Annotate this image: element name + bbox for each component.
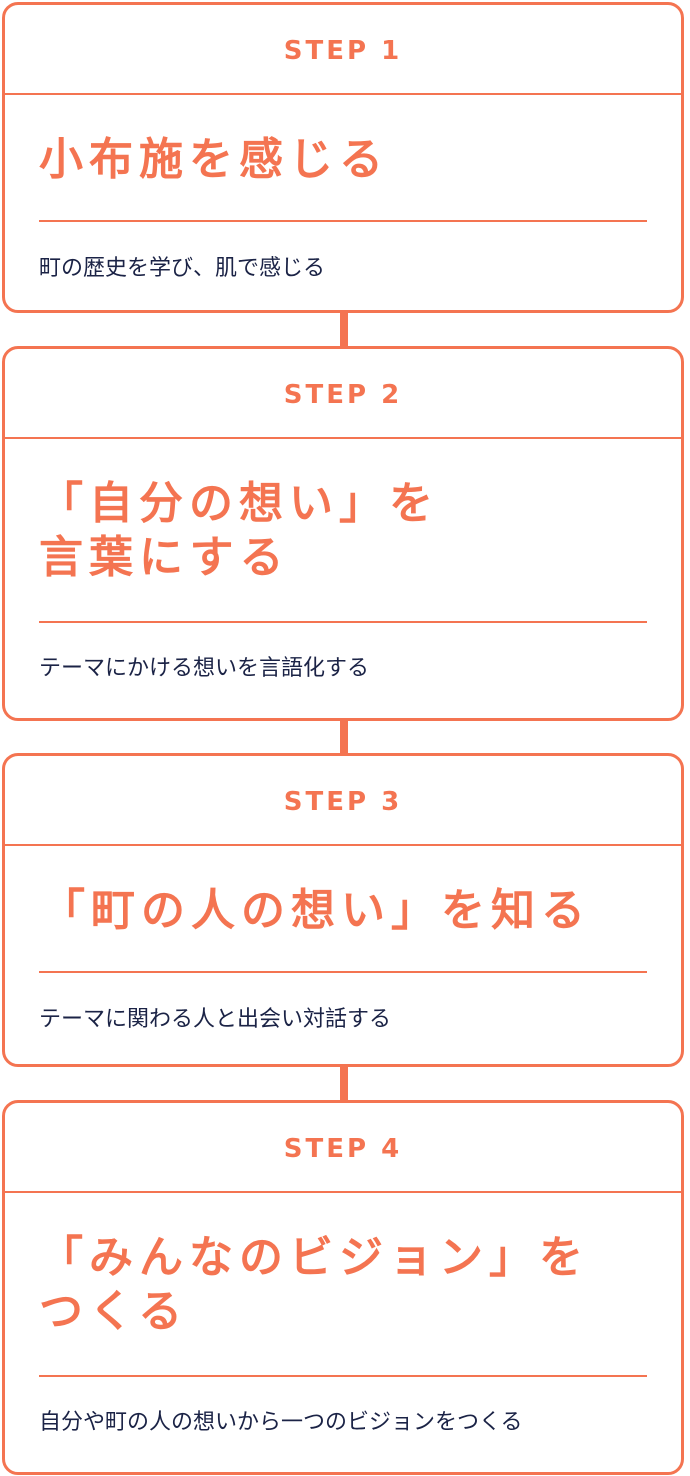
step-card-3: STEP 3 「町の人の想い」を知る テーマに関わる人と出会い対話する [2,753,684,1067]
step-connector [340,313,348,346]
step-card-1: STEP 1 小布施を感じる 町の歴史を学び、肌で感じる [2,2,684,313]
step-title: 「町の人の想い」を知る [41,885,591,936]
step-connector [340,721,348,753]
step-description: 町の歴史を学び、肌で感じる [39,256,326,281]
step-card-2: STEP 2 「自分の想い」を 言葉にする テーマにかける想いを言語化する [2,346,684,721]
step-description: テーマに関わる人と出会い対話する [39,1007,392,1032]
step-label: STEP 3 [5,756,681,846]
step-title: 「みんなのビジョン」を つくる [39,1232,589,1337]
step-connector [340,1067,348,1100]
step-description: テーマにかける想いを言語化する [39,656,370,681]
steps-flow: STEP 1 小布施を感じる 町の歴史を学び、肌で感じる STEP 2 「自分の… [0,0,690,1476]
step-label: STEP 1 [5,5,681,95]
step-title: 小布施を感じる [39,134,389,185]
step-card-4: STEP 4 「みんなのビジョン」を つくる 自分や町の人の想いから一つのビジョ… [2,1100,684,1475]
step-label: STEP 2 [5,349,681,439]
step-title: 「自分の想い」を 言葉にする [39,478,439,583]
step-label: STEP 4 [5,1103,681,1193]
step-description: 自分や町の人の想いから一つのビジョンをつくる [39,1410,523,1435]
